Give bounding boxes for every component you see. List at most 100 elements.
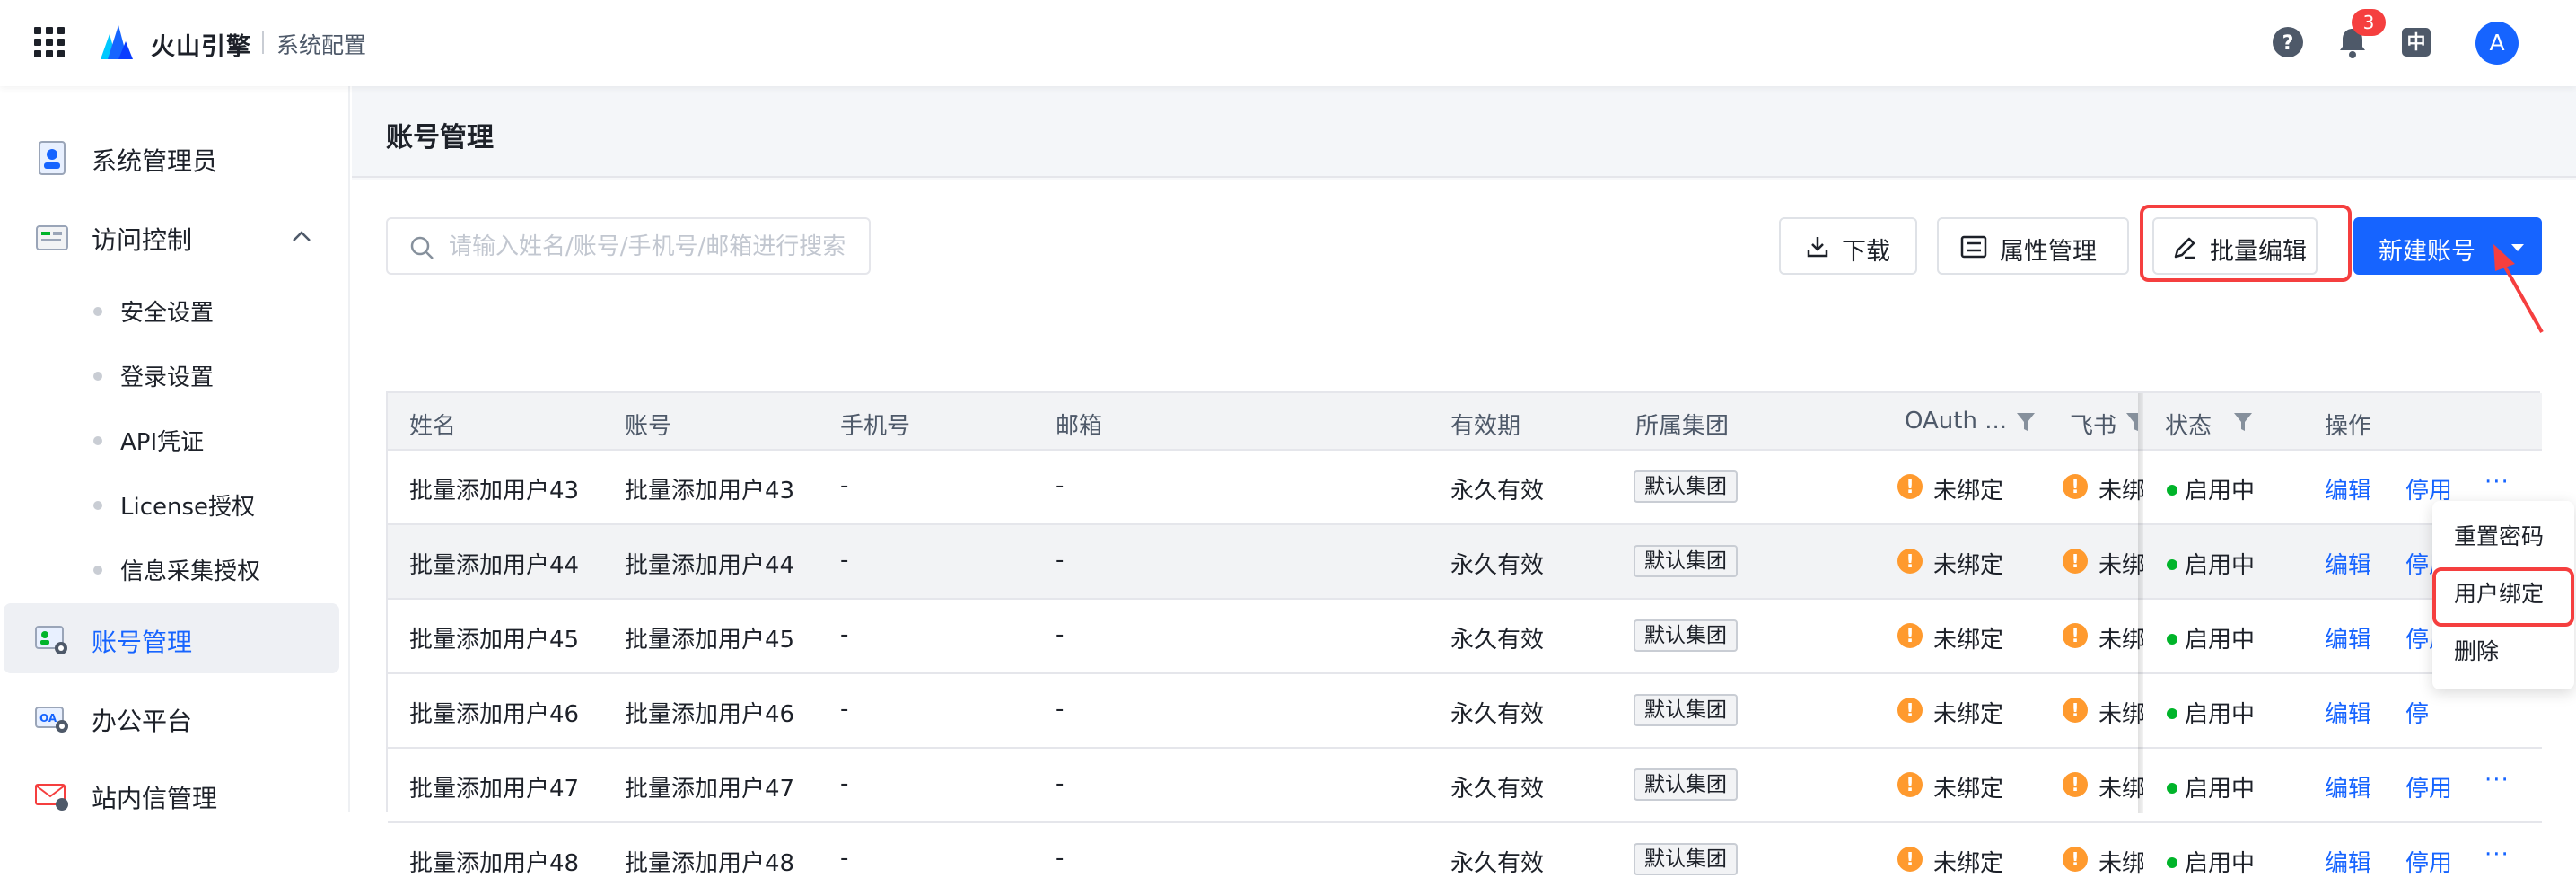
sidebar-item-label: 访问控制 — [92, 225, 193, 255]
cell-validity: 永久有效 — [1450, 552, 1545, 579]
sidebar-subitem-api-credential[interactable]: API凭证 — [0, 411, 350, 465]
cell-email: - — [1056, 547, 1065, 574]
cell-validity: 永久有效 — [1450, 850, 1545, 877]
cell-oauth: 未绑定 — [1933, 776, 2004, 803]
search-input[interactable] — [449, 230, 853, 264]
sidebar-subitem-label: API凭证 — [120, 429, 205, 456]
edit-link[interactable]: 编辑 — [2325, 696, 2371, 729]
warning-icon: ! — [1897, 847, 1923, 872]
cell-email: - — [1056, 472, 1065, 499]
group-tag: 默认集团 — [1634, 545, 1738, 577]
sidebar-item-account-management[interactable]: 账号管理 — [4, 603, 339, 673]
disable-link[interactable]: 停用 — [2405, 845, 2452, 878]
cell-name: 批量添加用户45 — [409, 627, 580, 654]
search-icon — [410, 236, 434, 259]
cell-phone: - — [840, 621, 849, 648]
column-header-feishu: 飞书 — [2070, 413, 2117, 440]
new-account-label: 新建账号 — [2379, 238, 2475, 266]
sidebar-item-label: 站内信管理 — [92, 784, 218, 813]
column-header-status: 状态 — [2165, 413, 2212, 440]
cell-email: - — [1056, 770, 1065, 797]
apps-grid-icon[interactable] — [34, 27, 65, 57]
bullet-icon — [93, 436, 102, 445]
brand-name: 火山引擎 — [151, 33, 251, 61]
sidebar-item-label: 办公平台 — [92, 707, 193, 736]
warning-icon: ! — [1897, 474, 1923, 499]
edit-link[interactable]: 编辑 — [2325, 547, 2371, 580]
sidebar-subitem-login[interactable]: 登录设置 — [0, 347, 350, 400]
sidebar-item-system-admin[interactable]: 系统管理员 — [0, 122, 350, 192]
column-header-email: 邮箱 — [1056, 413, 1103, 440]
cell-name: 批量添加用户48 — [409, 850, 580, 877]
sidebar-subitem-label: 登录设置 — [120, 364, 215, 391]
sidebar-item-label: 系统管理员 — [92, 146, 218, 176]
cell-validity: 永久有效 — [1450, 478, 1545, 505]
edit-link[interactable]: 编辑 — [2325, 770, 2371, 803]
status-dot-icon — [2167, 857, 2177, 868]
warning-icon: ! — [2063, 549, 2088, 574]
status-dot-icon — [2167, 708, 2177, 719]
column-header-group: 所属集团 — [1635, 413, 1730, 440]
disable-link[interactable]: 停用 — [2405, 770, 2452, 803]
accounts-table: 姓名 账号 手机号 邮箱 有效期 所属集团 OAuth ... 飞书 批量添加用… — [386, 391, 2542, 877]
svg-text:OA: OA — [39, 712, 57, 724]
sidebar-item-access-control[interactable]: 访问控制 — [0, 201, 350, 271]
cell-validity: 永久有效 — [1450, 701, 1545, 728]
cell-account: 批量添加用户43 — [625, 478, 795, 505]
cell-oauth: 未绑定 — [1933, 552, 2004, 579]
bullet-icon — [93, 566, 102, 575]
cell-account: 批量添加用户48 — [625, 850, 795, 877]
more-actions-icon[interactable]: ··· — [2484, 469, 2510, 496]
user-binding-highlight — [2432, 567, 2574, 627]
filter-icon[interactable] — [2125, 411, 2138, 433]
edit-link[interactable]: 编辑 — [2325, 472, 2371, 505]
column-header-oauth: OAuth ... — [1905, 408, 2008, 435]
cell-phone: - — [840, 845, 849, 872]
user-avatar[interactable]: A — [2475, 22, 2519, 65]
column-header-validity: 有效期 — [1450, 413, 1521, 440]
sidebar-subitem-label: 安全设置 — [120, 300, 215, 327]
reset-password-option[interactable]: 重置密码 — [2432, 510, 2574, 564]
fixed-row: 启用中 编辑 停用 ··· — [2143, 823, 2542, 877]
sidebar-subitem-label: 信息采集授权 — [120, 558, 261, 585]
content-panel: 下载 属性管理 批量编辑 新建账号 — [352, 180, 2576, 877]
cell-validity: 永久有效 — [1450, 627, 1545, 654]
cell-account: 批量添加用户45 — [625, 627, 795, 654]
cell-oauth: 未绑定 — [1933, 701, 2004, 728]
filter-icon[interactable] — [2233, 411, 2253, 433]
download-button[interactable]: 下载 — [1779, 217, 1917, 275]
chevron-up-icon[interactable] — [292, 230, 311, 242]
cell-phone: - — [840, 547, 849, 574]
sidebar-subitem-license[interactable]: License授权 — [0, 476, 350, 530]
bullet-icon — [93, 501, 102, 510]
search-box[interactable] — [386, 217, 871, 275]
edit-link[interactable]: 编辑 — [2325, 845, 2371, 878]
warning-icon: ! — [2063, 474, 2088, 499]
disable-link-partial[interactable]: 停 — [2405, 696, 2429, 729]
cell-email: - — [1056, 621, 1065, 648]
bullet-icon — [93, 307, 102, 316]
download-label: 下载 — [1842, 238, 1890, 266]
brand-divider — [262, 31, 264, 54]
fixed-header: 状态 操作 — [2143, 393, 2542, 451]
more-actions-icon[interactable]: ··· — [2484, 841, 2510, 868]
status-dot-icon — [2167, 634, 2177, 645]
annotation-arrow-icon — [2493, 244, 2544, 333]
sidebar-item-mail-management[interactable]: 站内信管理 — [0, 759, 350, 830]
access-control-icon — [36, 225, 68, 250]
cell-status: 启用中 — [2185, 478, 2256, 505]
cell-oauth: 未绑定 — [1933, 627, 2004, 654]
fixed-row: 启用中 编辑 停用 ··· — [2143, 749, 2542, 823]
more-actions-icon[interactable]: ··· — [2484, 767, 2510, 794]
sidebar-subitem-info-collection[interactable]: 信息采集授权 — [0, 540, 350, 594]
cell-oauth: 未绑定 — [1933, 850, 2004, 877]
delete-option[interactable]: 删除 — [2432, 625, 2574, 679]
help-icon[interactable]: ? — [2271, 25, 2305, 59]
sidebar-item-office-platform[interactable]: OA 办公平台 — [0, 682, 350, 752]
sidebar-subitem-security[interactable]: 安全设置 — [0, 282, 350, 336]
column-header-actions: 操作 — [2325, 413, 2372, 440]
attribute-management-button[interactable]: 属性管理 — [1937, 217, 2129, 275]
edit-link[interactable]: 编辑 — [2325, 621, 2371, 654]
filter-icon[interactable] — [2016, 411, 2036, 433]
language-icon[interactable]: 中 — [2402, 28, 2431, 57]
